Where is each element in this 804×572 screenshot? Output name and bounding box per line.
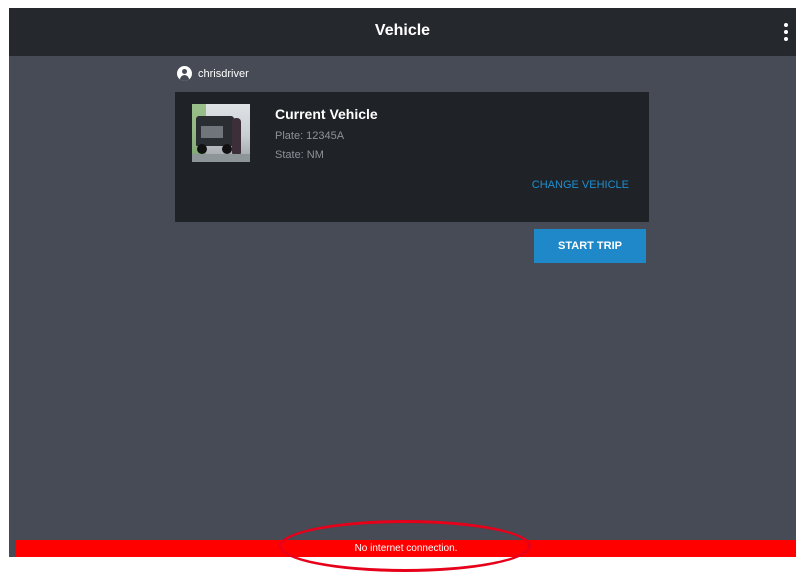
username: chrisdriver (198, 67, 249, 80)
truck-wheel (222, 144, 232, 154)
plate-label: Plate: 12345A (275, 130, 345, 142)
card-heading: Current Vehicle (275, 106, 378, 122)
app-window: Vehicle chrisdriver Current Vehicle Plat… (9, 8, 796, 557)
vehicle-photo (192, 104, 250, 162)
change-vehicle-button[interactable]: CHANGE VEHICLE (532, 179, 629, 191)
current-vehicle-card: Current Vehicle Plate: 12345A State: NM … (175, 92, 649, 222)
user-info: chrisdriver (177, 66, 249, 81)
account-circle-icon (177, 66, 192, 81)
driver-figure (232, 118, 241, 154)
app-bar: Vehicle (9, 8, 796, 56)
menu-dot (784, 23, 788, 27)
truck-grille (201, 126, 223, 138)
state-label: State: NM (275, 149, 324, 161)
photo-ground (192, 154, 250, 162)
truck-wheel (197, 144, 207, 154)
menu-dot (784, 30, 788, 34)
menu-dot (784, 37, 788, 41)
overflow-menu-icon[interactable] (776, 18, 796, 46)
no-connection-banner: No internet connection. (16, 540, 796, 557)
page-title: Vehicle (374, 22, 431, 39)
start-trip-button[interactable]: START TRIP (534, 229, 646, 263)
